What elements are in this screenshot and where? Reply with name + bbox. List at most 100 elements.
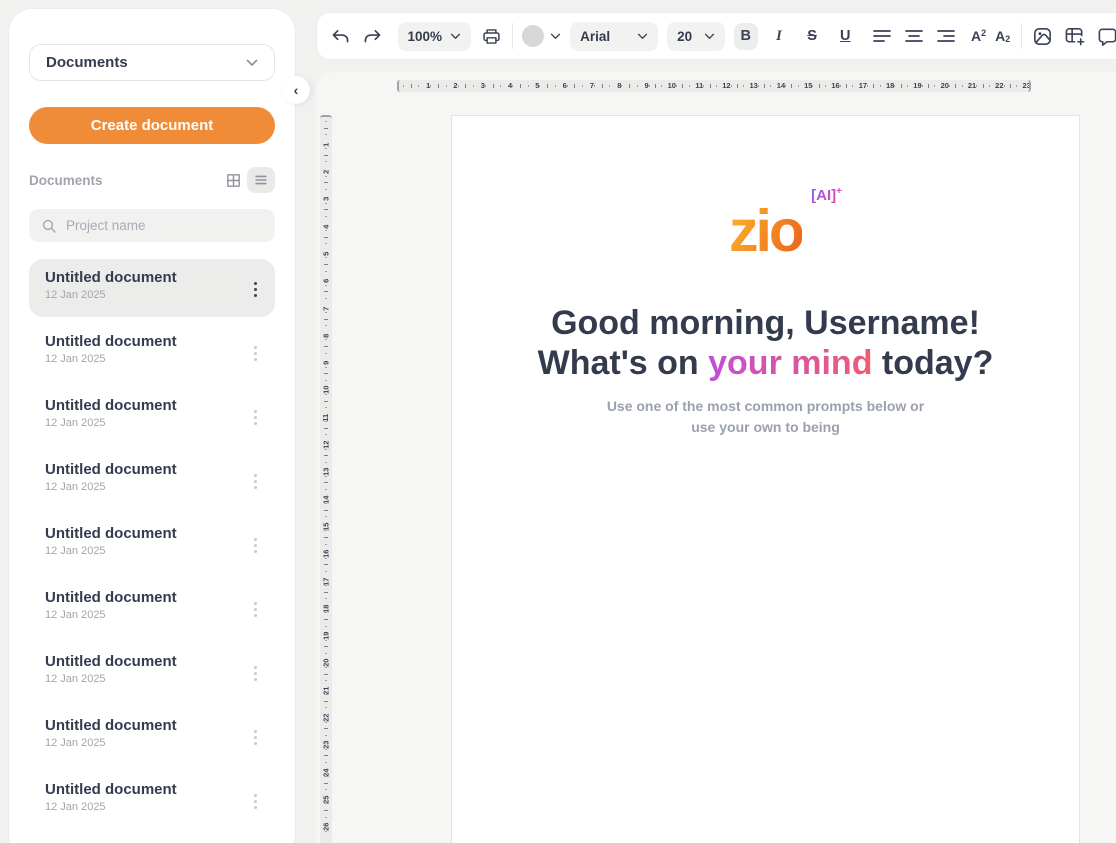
subscript-label: A	[995, 28, 1005, 44]
list-view-icon	[253, 172, 269, 188]
document-title: Untitled document	[45, 589, 261, 606]
kebab-menu-icon[interactable]	[250, 598, 261, 621]
insert-image-button[interactable]	[1031, 23, 1054, 49]
align-left-button[interactable]	[870, 23, 893, 49]
document-page[interactable]: zio [AI]+ Good morning, Username!What's …	[451, 115, 1080, 843]
table-add-icon	[1064, 26, 1086, 47]
chevron-down-icon	[246, 59, 258, 67]
grid-view-button[interactable]	[219, 167, 247, 193]
editor-toolbar: 100% Arial 20	[316, 12, 1116, 60]
document-title: Untitled document	[45, 333, 261, 350]
toolbar-divider	[1021, 23, 1022, 49]
align-right-icon	[936, 29, 956, 43]
vertical-ruler: 1234567891011121314151617181920212223242…	[320, 115, 332, 843]
document-item[interactable]: Untitled document 12 Jan 2025	[29, 259, 275, 317]
document-title: Untitled document	[45, 781, 261, 798]
insert-table-button[interactable]	[1063, 23, 1086, 49]
color-swatch-icon	[522, 25, 544, 47]
zio-logo-text: zio	[729, 198, 802, 264]
chevron-down-icon	[704, 33, 715, 40]
greeting-subtitle: Use one of the most common prompts below…	[452, 396, 1079, 437]
font-family-value: Arial	[580, 29, 610, 44]
document-item[interactable]: Untitled document 12 Jan 2025	[29, 707, 275, 765]
sidebar-collapse-button[interactable]: ‹	[282, 76, 310, 104]
redo-button[interactable]	[361, 23, 384, 49]
zoom-select[interactable]: 100%	[398, 22, 472, 51]
chevron-down-icon	[550, 33, 561, 40]
align-left-icon	[872, 29, 892, 43]
superscript-button[interactable]: A2	[971, 28, 986, 44]
align-right-button[interactable]	[935, 23, 958, 49]
document-canvas: 1234567891011121314151617181920212223 12…	[316, 72, 1116, 843]
app-window: Documents Create document Documents	[0, 0, 1116, 843]
underline-button[interactable]: U	[833, 23, 857, 50]
greeting-line1: Good morning, Username!	[551, 304, 980, 342]
document-item[interactable]: Untitled document 12 Jan 2025	[29, 643, 275, 701]
document-title: Untitled document	[45, 461, 261, 478]
zio-logo: zio [AI]+	[729, 202, 802, 261]
greeting-heading: Good morning, Username!What's on your mi…	[452, 303, 1079, 383]
grid-view-icon	[225, 172, 242, 189]
document-date: 12 Jan 2025	[45, 417, 261, 429]
document-item[interactable]: Untitled document 12 Jan 2025	[29, 515, 275, 573]
search-input[interactable]	[66, 218, 263, 233]
list-view-button[interactable]	[247, 167, 275, 193]
chevron-down-icon	[637, 33, 648, 40]
print-button[interactable]	[480, 23, 503, 49]
comment-icon	[1097, 26, 1116, 47]
align-center-icon	[904, 29, 924, 43]
document-item[interactable]: Untitled document 12 Jan 2025	[29, 451, 275, 509]
kebab-menu-icon[interactable]	[250, 342, 261, 365]
document-date: 12 Jan 2025	[45, 673, 261, 685]
document-title: Untitled document	[45, 397, 261, 414]
superscript-label: A	[971, 28, 981, 44]
align-center-button[interactable]	[903, 23, 926, 49]
document-date: 12 Jan 2025	[45, 545, 261, 557]
sidebar: Documents Create document Documents	[8, 8, 296, 843]
documents-list-header: Documents	[29, 167, 275, 193]
italic-button[interactable]: I	[767, 23, 791, 50]
document-item[interactable]: Untitled document 12 Jan 2025	[29, 579, 275, 637]
greeting-highlight: your mind	[708, 344, 872, 382]
kebab-menu-icon[interactable]	[250, 470, 261, 493]
font-family-select[interactable]: Arial	[570, 22, 658, 51]
undo-button[interactable]	[329, 23, 352, 49]
image-icon	[1032, 26, 1053, 47]
kebab-menu-icon[interactable]	[250, 662, 261, 685]
kebab-menu-icon[interactable]	[250, 726, 261, 749]
document-title: Untitled document	[45, 269, 261, 286]
undo-icon	[330, 28, 351, 44]
document-date: 12 Jan 2025	[45, 481, 261, 493]
font-size-select[interactable]: 20	[667, 22, 725, 51]
chevron-down-icon	[450, 33, 461, 40]
document-title: Untitled document	[45, 525, 261, 542]
toolbar-divider	[512, 23, 513, 49]
search-icon	[41, 218, 57, 234]
bold-button[interactable]: B	[734, 23, 758, 50]
documents-section-label: Documents	[29, 173, 219, 188]
strikethrough-button[interactable]: S	[800, 23, 824, 50]
workspace-dropdown[interactable]: Documents	[29, 44, 275, 81]
document-list: Untitled document 12 Jan 2025 Untitled d…	[29, 259, 275, 829]
document-item[interactable]: Untitled document 12 Jan 2025	[29, 387, 275, 445]
document-date: 12 Jan 2025	[45, 737, 261, 749]
create-document-button[interactable]: Create document	[29, 107, 275, 144]
kebab-menu-icon[interactable]	[250, 534, 261, 557]
comment-button[interactable]	[1096, 23, 1116, 49]
redo-icon	[362, 28, 383, 44]
kebab-menu-icon[interactable]	[250, 278, 261, 301]
document-item[interactable]: Untitled document 12 Jan 2025	[29, 323, 275, 381]
printer-icon	[481, 26, 502, 47]
document-title: Untitled document	[45, 653, 261, 670]
document-item[interactable]: Untitled document 12 Jan 2025	[29, 771, 275, 829]
text-color-picker[interactable]	[522, 25, 561, 47]
horizontal-ruler: 1234567891011121314151617181920212223	[397, 80, 1031, 92]
kebab-menu-icon[interactable]	[250, 790, 261, 813]
kebab-menu-icon[interactable]	[250, 406, 261, 429]
search-box	[29, 209, 275, 242]
ai-badge-icon: [AI]+	[811, 186, 842, 204]
subscript-button[interactable]: A2	[995, 28, 1010, 44]
font-size-value: 20	[677, 29, 692, 44]
document-date: 12 Jan 2025	[45, 609, 261, 621]
document-date: 12 Jan 2025	[45, 289, 261, 301]
